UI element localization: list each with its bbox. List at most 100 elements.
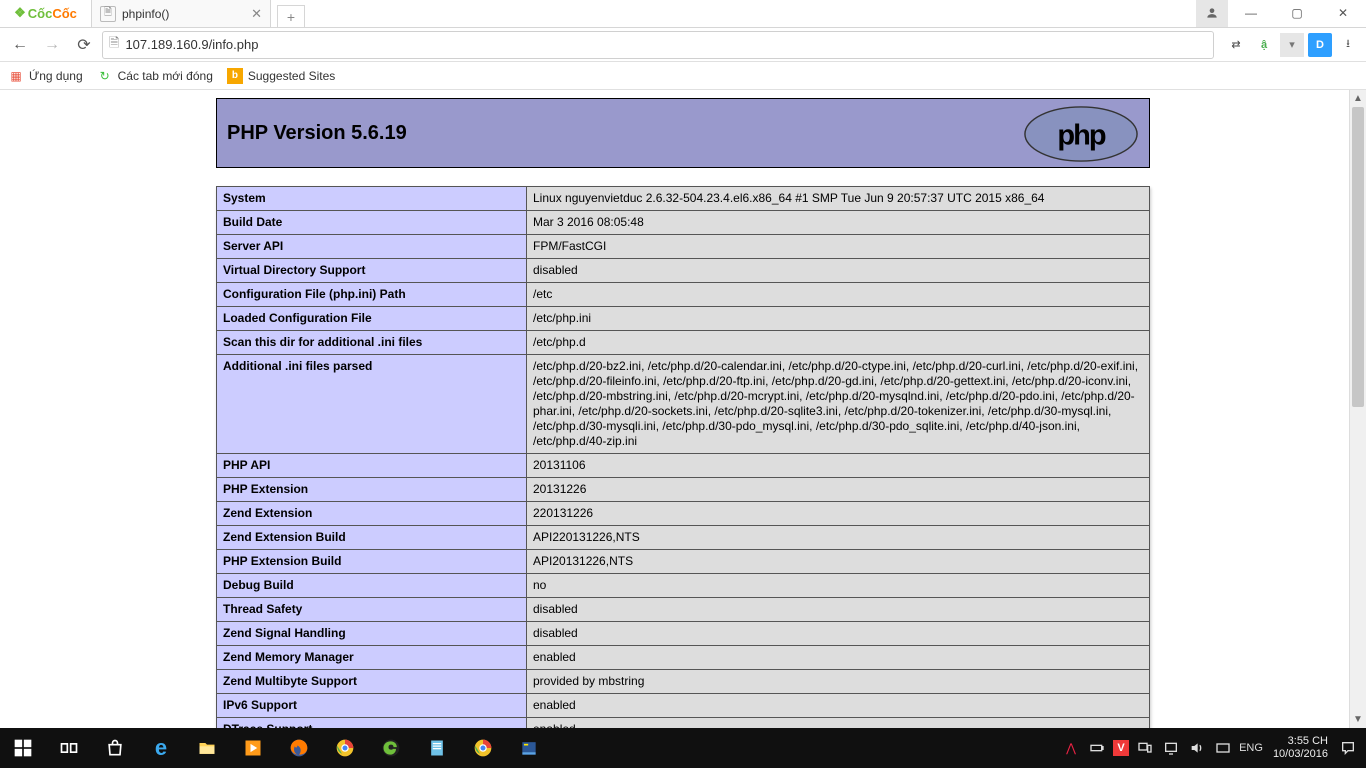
page-viewport[interactable]: PHP Version 5.6.19 php SystemLinux nguye… xyxy=(0,90,1366,728)
config-value: 220131226 xyxy=(527,502,1150,526)
close-tab-icon[interactable]: ✕ xyxy=(251,6,262,22)
new-tab-button[interactable]: + xyxy=(277,5,305,27)
bookmark-label: Ứng dụng xyxy=(29,69,83,83)
tray-overflow-icon[interactable]: ⋀ xyxy=(1061,728,1081,768)
config-key: Scan this dir for additional .ini files xyxy=(217,331,527,355)
savior-icon[interactable]: ậ xyxy=(1252,33,1276,57)
disqus-icon[interactable]: D xyxy=(1308,33,1332,57)
config-key: Zend Extension xyxy=(217,502,527,526)
taskbar-clock[interactable]: 3:55 CH 10/03/2016 xyxy=(1269,735,1332,760)
table-row: Additional .ini files parsed/etc/php.d/2… xyxy=(217,355,1150,454)
minimize-button[interactable]: — xyxy=(1228,0,1274,27)
config-value: no xyxy=(527,574,1150,598)
config-value: API20131226,NTS xyxy=(527,550,1150,574)
chrome-button[interactable] xyxy=(322,728,368,768)
maximize-button[interactable]: ▢ xyxy=(1274,0,1320,27)
forward-button[interactable]: → xyxy=(38,31,66,59)
user-menu-button[interactable] xyxy=(1196,0,1228,27)
volume-icon[interactable] xyxy=(1187,728,1207,768)
config-key: DTrace Support xyxy=(217,718,527,729)
language-indicator[interactable]: ENG xyxy=(1239,728,1263,768)
notepad-button[interactable] xyxy=(414,728,460,768)
reload-button[interactable]: ⟳ xyxy=(70,31,98,59)
daum-potplayer-button[interactable] xyxy=(230,728,276,768)
table-row: Virtual Directory Supportdisabled xyxy=(217,259,1150,283)
battery-icon[interactable] xyxy=(1087,728,1107,768)
table-row: Configuration File (php.ini) Path/etc xyxy=(217,283,1150,307)
url-input[interactable]: 🗎 107.189.160.9/info.php xyxy=(102,31,1214,59)
table-row: Zend Multibyte Supportprovided by mbstri… xyxy=(217,670,1150,694)
config-key: Loaded Configuration File xyxy=(217,307,527,331)
config-key: Debug Build xyxy=(217,574,527,598)
table-row: Zend Memory Managerenabled xyxy=(217,646,1150,670)
table-row: PHP Extension BuildAPI20131226,NTS xyxy=(217,550,1150,574)
ime-icon[interactable] xyxy=(1213,728,1233,768)
leaf-icon: ❖ xyxy=(14,5,26,21)
apps-grid-icon: ▦ xyxy=(8,68,24,84)
close-window-button[interactable]: ✕ xyxy=(1320,0,1366,27)
bookmark-suggested[interactable]: b Suggested Sites xyxy=(227,68,335,84)
config-key: Zend Signal Handling xyxy=(217,622,527,646)
bing-icon: b xyxy=(227,68,243,84)
config-value: disabled xyxy=(527,259,1150,283)
firefox-button[interactable] xyxy=(276,728,322,768)
config-key: Zend Memory Manager xyxy=(217,646,527,670)
table-row: Debug Buildno xyxy=(217,574,1150,598)
bookmark-recent-tabs[interactable]: ↻ Các tab mới đóng xyxy=(97,68,213,84)
download-arrow-icon[interactable]: ▾ xyxy=(1280,33,1304,57)
bookmarks-bar: ▦ Ứng dụng ↻ Các tab mới đóng b Suggeste… xyxy=(0,62,1366,90)
action-center-icon[interactable] xyxy=(1338,728,1358,768)
devices-icon[interactable] xyxy=(1135,728,1155,768)
config-value: /etc xyxy=(527,283,1150,307)
start-button[interactable] xyxy=(0,728,46,768)
config-value: /etc/php.d/20-bz2.ini, /etc/php.d/20-cal… xyxy=(527,355,1150,454)
table-row: SystemLinux nguyenvietduc 2.6.32-504.23.… xyxy=(217,187,1150,211)
config-key: Virtual Directory Support xyxy=(217,259,527,283)
coccoc-button[interactable] xyxy=(368,728,414,768)
table-row: IPv6 Supportenabled xyxy=(217,694,1150,718)
config-value: /etc/php.ini xyxy=(527,307,1150,331)
browser-tab[interactable]: 🗎 phpinfo() ✕ xyxy=(91,0,271,27)
back-button[interactable]: ← xyxy=(6,31,34,59)
browser-logo[interactable]: ❖ Cốc Cốc xyxy=(0,0,92,27)
config-value: 20131106 xyxy=(527,454,1150,478)
config-value: Linux nguyenvietduc 2.6.32-504.23.4.el6.… xyxy=(527,187,1150,211)
phpinfo-table: SystemLinux nguyenvietduc 2.6.32-504.23.… xyxy=(216,186,1150,728)
php-logo-icon: php xyxy=(1021,105,1141,163)
bookmark-label: Suggested Sites xyxy=(248,69,335,83)
table-row: Scan this dir for additional .ini files/… xyxy=(217,331,1150,355)
restore-icon: ↻ xyxy=(97,68,113,84)
config-key: Configuration File (php.ini) Path xyxy=(217,283,527,307)
clock-date: 10/03/2016 xyxy=(1273,748,1328,761)
php-version-title: PHP Version 5.6.19 xyxy=(227,122,407,145)
config-key: Thread Safety xyxy=(217,598,527,622)
translate-icon[interactable]: ⇄ xyxy=(1224,33,1248,57)
download-tray-icon[interactable]: ⭳ xyxy=(1336,33,1360,57)
store-button[interactable] xyxy=(92,728,138,768)
config-value: /etc/php.d xyxy=(527,331,1150,355)
config-key: Zend Extension Build xyxy=(217,526,527,550)
config-value: enabled xyxy=(527,718,1150,729)
site-info-icon[interactable]: 🗎 xyxy=(109,34,119,56)
table-row: PHP Extension20131226 xyxy=(217,478,1150,502)
task-view-button[interactable] xyxy=(46,728,92,768)
phpinfo-page: PHP Version 5.6.19 php SystemLinux nguye… xyxy=(216,98,1150,728)
clock-time: 3:55 CH xyxy=(1273,735,1328,748)
logo-text-2: Cốc xyxy=(52,6,77,21)
config-key: Additional .ini files parsed xyxy=(217,355,527,454)
config-value: provided by mbstring xyxy=(527,670,1150,694)
vertical-scrollbar[interactable]: ▲ ▼ xyxy=(1349,90,1366,728)
windows-taskbar: e ⋀ V ENG xyxy=(0,728,1366,768)
putty-button[interactable] xyxy=(506,728,552,768)
edge-button[interactable]: e xyxy=(138,728,184,768)
scroll-down-icon[interactable]: ▼ xyxy=(1350,711,1366,728)
table-row: Zend Signal Handlingdisabled xyxy=(217,622,1150,646)
file-explorer-button[interactable] xyxy=(184,728,230,768)
vivaldi-tray-icon[interactable]: V xyxy=(1113,740,1129,756)
config-value: Mar 3 2016 08:05:48 xyxy=(527,211,1150,235)
scroll-thumb[interactable] xyxy=(1352,107,1364,407)
chrome-button-2[interactable] xyxy=(460,728,506,768)
scroll-up-icon[interactable]: ▲ xyxy=(1350,90,1366,107)
bookmark-apps[interactable]: ▦ Ứng dụng xyxy=(8,68,83,84)
network-icon[interactable] xyxy=(1161,728,1181,768)
